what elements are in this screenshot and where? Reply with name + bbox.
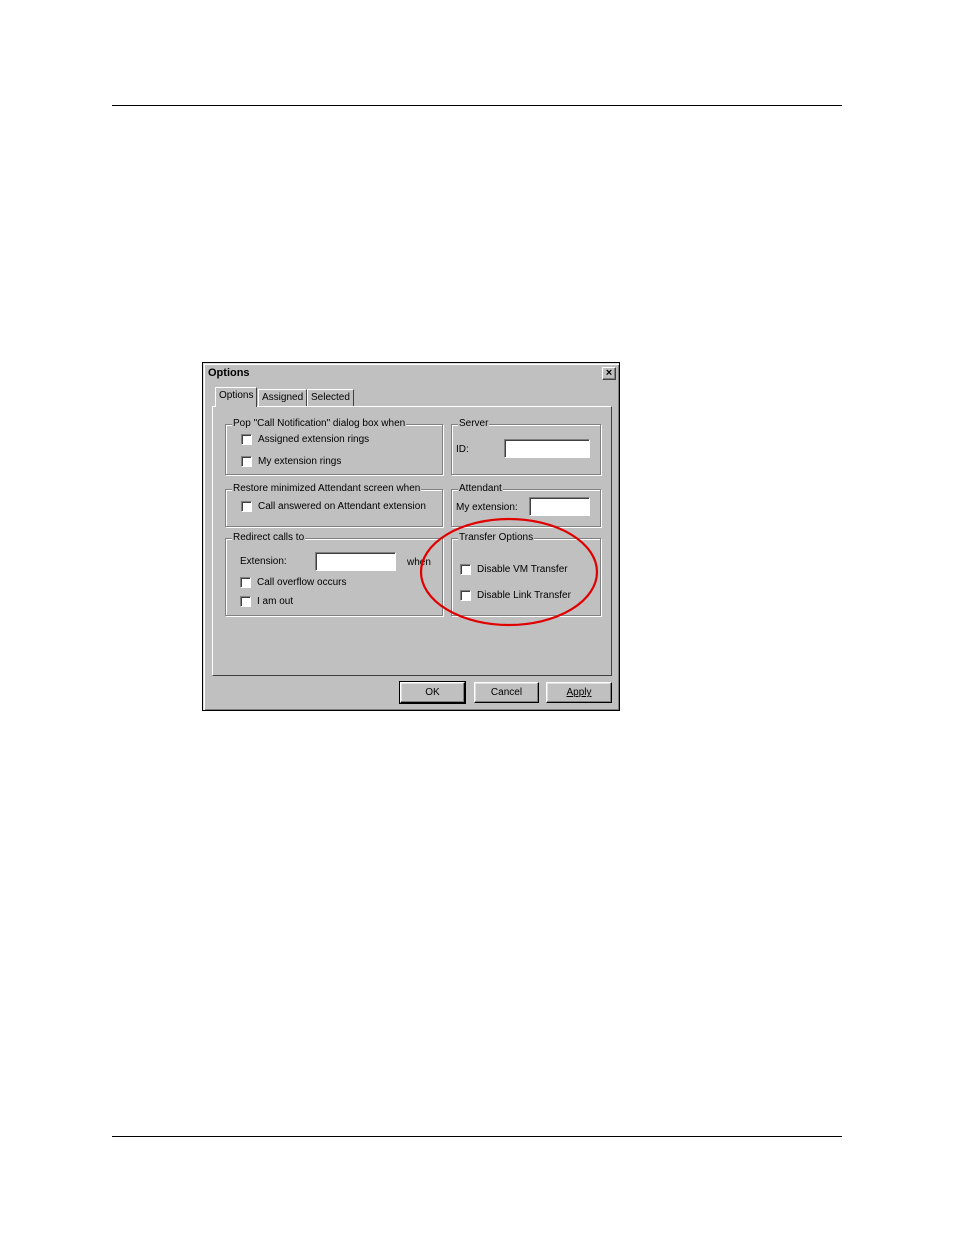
apply-button[interactable]: Apply: [546, 682, 612, 703]
cancel-button[interactable]: Cancel: [474, 682, 539, 703]
popup-group: Pop "Call Notification" dialog box when …: [225, 418, 443, 475]
attendant-group-legend: Attendant: [458, 483, 503, 494]
footer-rule: [112, 1136, 842, 1137]
restore-group-legend: Restore minimized Attendant screen when: [232, 483, 422, 494]
assigned-ext-rings-checkbox[interactable]: [241, 434, 252, 445]
i-am-out-label: I am out: [257, 596, 294, 607]
call-answered-checkbox[interactable]: [241, 501, 252, 512]
transfer-options-legend: Transfer Options: [458, 532, 535, 543]
tab-panel: Pop "Call Notification" dialog box when …: [212, 406, 612, 676]
server-group-legend: Server: [458, 418, 490, 429]
dialog-title: Options: [208, 367, 250, 379]
my-ext-rings-option[interactable]: My extension rings: [241, 456, 341, 467]
popup-group-legend: Pop "Call Notification" dialog box when: [232, 418, 407, 429]
attendant-group: Attendant My extension:: [451, 483, 601, 527]
disable-vm-transfer-label: Disable VM Transfer: [477, 564, 568, 575]
redirect-group: Redirect calls to Extension: when Call o…: [225, 532, 443, 616]
call-overflow-label: Call overflow occurs: [257, 577, 347, 588]
assigned-ext-rings-label: Assigned extension rings: [258, 434, 370, 445]
call-answered-option[interactable]: Call answered on Attendant extension: [241, 501, 426, 512]
call-overflow-checkbox[interactable]: [240, 577, 251, 588]
call-overflow-option[interactable]: Call overflow occurs: [240, 577, 346, 588]
i-am-out-option[interactable]: I am out: [240, 596, 293, 607]
tab-selected[interactable]: Selected: [307, 389, 354, 407]
close-icon[interactable]: ×: [602, 367, 616, 380]
redirect-group-legend: Redirect calls to: [232, 532, 306, 543]
my-ext-rings-checkbox[interactable]: [241, 456, 252, 467]
tab-options[interactable]: Options: [215, 387, 258, 407]
tab-selected-label: Selected: [311, 392, 350, 403]
restore-group: Restore minimized Attendant screen when …: [225, 483, 443, 527]
redirect-when-label: when: [407, 557, 431, 568]
server-group: Server ID:: [451, 418, 601, 475]
my-extension-label: My extension:: [456, 502, 518, 513]
call-answered-label: Call answered on Attendant extension: [258, 501, 426, 512]
disable-vm-transfer-checkbox[interactable]: [460, 564, 471, 575]
disable-link-transfer-checkbox[interactable]: [460, 590, 471, 601]
options-dialog: Options × Options Assigned Selected Pop …: [202, 362, 620, 711]
my-extension-input[interactable]: [529, 497, 590, 516]
redirect-extension-label: Extension:: [240, 556, 287, 567]
disable-link-transfer-option[interactable]: Disable Link Transfer: [460, 590, 571, 601]
title-bar[interactable]: Options ×: [206, 366, 616, 382]
server-id-input[interactable]: [504, 439, 590, 458]
header-rule: [112, 105, 842, 106]
ok-button[interactable]: OK: [399, 681, 466, 704]
disable-vm-transfer-option[interactable]: Disable VM Transfer: [460, 564, 568, 575]
assigned-ext-rings-option[interactable]: Assigned extension rings: [241, 434, 369, 445]
server-id-label: ID:: [456, 444, 469, 455]
disable-link-transfer-label: Disable Link Transfer: [477, 590, 571, 601]
tab-assigned-label: Assigned: [262, 392, 304, 403]
i-am-out-checkbox[interactable]: [240, 596, 251, 607]
transfer-options-group: Transfer Options Disable VM Transfer Dis…: [451, 532, 601, 616]
redirect-extension-input[interactable]: [315, 552, 396, 571]
tab-options-label: Options: [219, 390, 254, 401]
my-ext-rings-label: My extension rings: [258, 456, 342, 467]
tab-assigned[interactable]: Assigned: [258, 389, 308, 407]
